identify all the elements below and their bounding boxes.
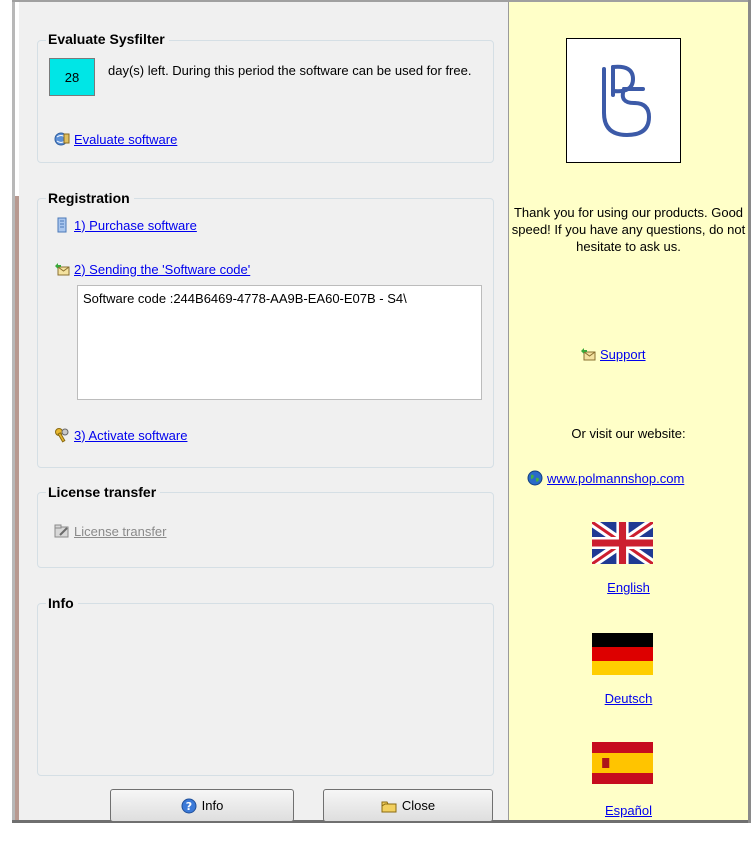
activate-software-link[interactable]: 3) Activate software <box>74 428 187 443</box>
ps-logo-icon <box>601 64 651 137</box>
german-flag-icon[interactable] <box>592 633 653 675</box>
license-transfer-group-title: License transfer <box>46 483 161 501</box>
registration-group-title: Registration <box>46 189 134 207</box>
purchase-software-row: 1) Purchase software <box>54 217 197 233</box>
globe-icon <box>527 470 543 486</box>
document-icon <box>54 217 70 233</box>
software-code-field[interactable]: Software code :244B6469-4778-AA9B-EA60-E… <box>77 285 482 400</box>
close-button-label: Close <box>401 798 436 813</box>
help-icon: ? <box>181 798 197 814</box>
evaluate-software-row: Evaluate software <box>54 131 177 147</box>
language-espanol: Español <box>509 803 748 818</box>
svg-text:?: ? <box>185 800 191 813</box>
website-link[interactable]: www.polmannshop.com <box>547 471 684 486</box>
evaluate-globe-icon <box>54 131 70 147</box>
uk-flag-icon[interactable] <box>592 522 653 564</box>
purchase-software-link[interactable]: 1) Purchase software <box>74 218 197 233</box>
evaluate-software-link[interactable]: Evaluate software <box>74 132 177 147</box>
language-english-link[interactable]: English <box>607 580 650 595</box>
send-software-code-link[interactable]: 2) Sending the 'Software code' <box>74 262 250 277</box>
send-code-row: 2) Sending the 'Software code' <box>54 261 250 277</box>
evaluate-group-title: Evaluate Sysfilter <box>46 30 169 48</box>
support-mail-icon <box>580 346 596 362</box>
activate-software-row: 3) Activate software <box>54 427 187 443</box>
days-left-counter: 28 <box>49 58 95 96</box>
folder-icon <box>381 798 397 814</box>
visit-website-text: Or visit our website: <box>571 426 686 441</box>
transfer-folder-icon <box>54 523 70 539</box>
thank-you-text: Thank you for using our products. Good s… <box>511 205 746 254</box>
website-row: www.polmannshop.com <box>527 470 684 486</box>
send-mail-icon <box>54 261 70 277</box>
language-english: English <box>509 580 748 595</box>
key-icon <box>54 427 70 443</box>
info-group-title: Info <box>46 594 78 612</box>
close-button[interactable]: Close <box>323 789 493 822</box>
license-transfer-link[interactable]: License transfer <box>74 524 167 539</box>
info-group <box>37 603 494 776</box>
info-button[interactable]: ? Info <box>110 789 294 822</box>
info-button-label: Info <box>201 798 224 813</box>
license-transfer-row: License transfer <box>54 523 167 539</box>
spain-flag-icon[interactable] <box>592 742 653 784</box>
language-deutsch: Deutsch <box>509 691 748 706</box>
company-logo <box>566 38 681 163</box>
support-row: Support <box>580 346 646 362</box>
support-link[interactable]: Support <box>600 347 646 362</box>
language-deutsch-link[interactable]: Deutsch <box>605 691 653 706</box>
days-left-text: day(s) left. During this period the soft… <box>108 63 472 78</box>
language-espanol-link[interactable]: Español <box>605 803 652 818</box>
